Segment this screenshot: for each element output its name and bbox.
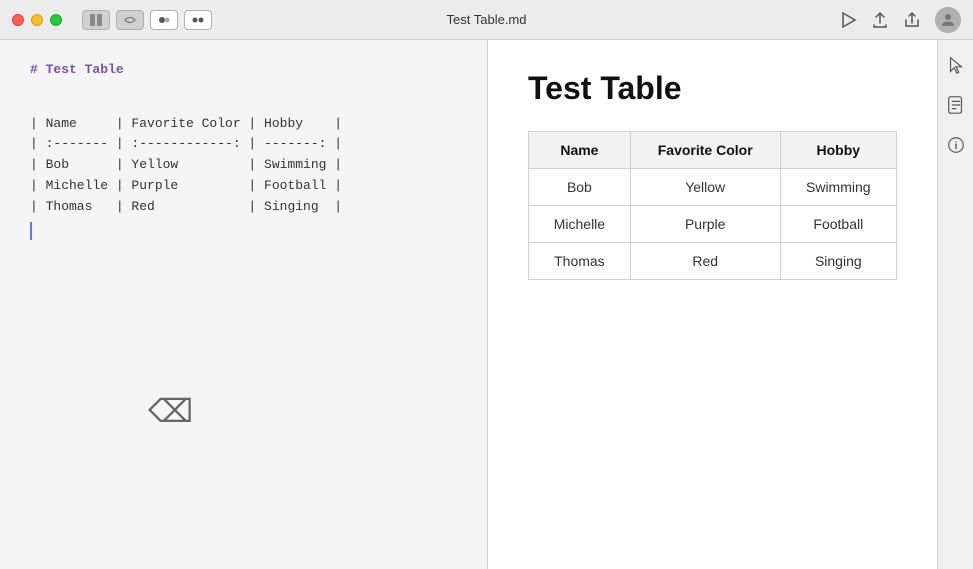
right-sidebar	[937, 40, 973, 569]
info-sidebar-icon[interactable]	[945, 134, 967, 156]
cell-color-2: Purple	[630, 206, 780, 243]
preview-panel: Test Table Name Favorite Color Hobby Bob…	[488, 40, 937, 569]
col-header-name: Name	[529, 132, 631, 169]
cell-hobby-2: Football	[780, 206, 896, 243]
title-bar: Test Table.md	[0, 0, 973, 40]
sync-button[interactable]	[116, 10, 144, 30]
table-header-row: Name Favorite Color Hobby	[529, 132, 897, 169]
traffic-lights	[12, 14, 62, 26]
editor-line-3: | Bob | Yellow | Swimming |	[30, 155, 457, 176]
title-text: Test Table.md	[447, 12, 527, 27]
cell-color-3: Red	[630, 243, 780, 280]
view-toggle-button[interactable]	[150, 10, 178, 30]
main-area: # Test Table | Name | Favorite Color | H…	[0, 40, 973, 569]
close-button[interactable]	[12, 14, 24, 26]
window-title: Test Table.md	[447, 12, 527, 27]
title-bar-actions	[839, 7, 961, 33]
cell-color-1: Yellow	[630, 169, 780, 206]
cursor-sidebar-icon[interactable]	[945, 54, 967, 76]
i-beam-cursor: ⌫	[148, 392, 193, 430]
cursor-line	[30, 222, 457, 240]
preview-title: Test Table	[528, 70, 897, 107]
table-row: Bob Yellow Swimming	[529, 169, 897, 206]
col-header-color: Favorite Color	[630, 132, 780, 169]
cell-name-1: Bob	[529, 169, 631, 206]
text-cursor	[30, 222, 32, 240]
maximize-button[interactable]	[50, 14, 62, 26]
layout-toggle-button[interactable]	[82, 10, 110, 30]
editor-line-2: | :------- | :------------: | -------: |	[30, 134, 457, 155]
share-icon[interactable]	[903, 11, 921, 29]
play-icon[interactable]	[839, 11, 857, 29]
avatar[interactable]	[935, 7, 961, 33]
editor-content: # Test Table | Name | Favorite Color | H…	[30, 60, 457, 240]
editor-line-4: | Michelle | Purple | Football |	[30, 176, 457, 197]
cell-hobby-3: Singing	[780, 243, 896, 280]
cell-hobby-1: Swimming	[780, 169, 896, 206]
table-row: Thomas Red Singing	[529, 243, 897, 280]
editor-heading: # Test Table	[30, 60, 457, 81]
editor-line-1: | Name | Favorite Color | Hobby |	[30, 114, 457, 135]
toolbar-icons	[82, 10, 212, 30]
dual-view-button[interactable]	[184, 10, 212, 30]
editor-line-5: | Thomas | Red | Singing |	[30, 197, 457, 218]
col-header-hobby: Hobby	[780, 132, 896, 169]
title-bar-left	[12, 10, 252, 30]
cell-name-3: Thomas	[529, 243, 631, 280]
editor-panel[interactable]: # Test Table | Name | Favorite Color | H…	[0, 40, 488, 569]
minimize-button[interactable]	[31, 14, 43, 26]
document-sidebar-icon[interactable]	[945, 94, 967, 116]
preview-table: Name Favorite Color Hobby Bob Yellow Swi…	[528, 131, 897, 280]
table-row: Michelle Purple Football	[529, 206, 897, 243]
upload-icon[interactable]	[871, 11, 889, 29]
cell-name-2: Michelle	[529, 206, 631, 243]
